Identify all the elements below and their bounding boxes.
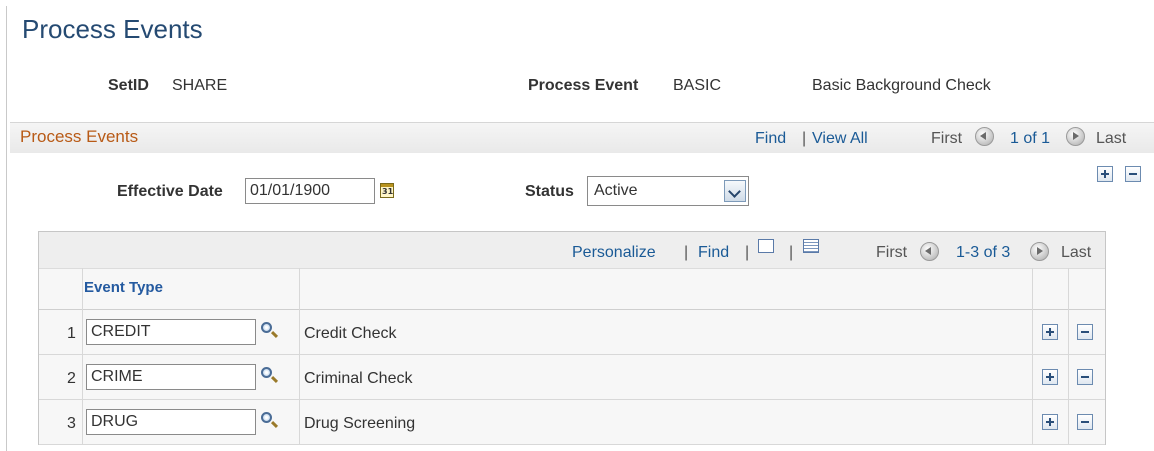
effective-date-input[interactable] xyxy=(245,178,375,204)
grid-divider xyxy=(82,268,83,444)
page-border xyxy=(6,6,7,451)
grid-divider xyxy=(299,268,300,444)
event-type-input[interactable] xyxy=(86,364,256,390)
new-window-icon[interactable] xyxy=(758,239,774,253)
add-row-icon[interactable] xyxy=(1042,369,1058,385)
grid-header-row xyxy=(39,268,1105,310)
section-first-label: First xyxy=(931,130,963,147)
grid-first-label: First xyxy=(876,244,908,261)
page-title: Process Events xyxy=(22,14,203,44)
grid-personalize-link[interactable]: Personalize xyxy=(572,244,656,262)
delete-row-icon[interactable] xyxy=(1077,414,1093,430)
grid-find-link[interactable]: Find xyxy=(698,244,729,262)
grid-nav-next-icon[interactable] xyxy=(1030,242,1049,261)
delete-row-icon[interactable] xyxy=(1077,324,1093,340)
event-type-input[interactable] xyxy=(86,409,256,435)
add-row-icon[interactable] xyxy=(1097,166,1113,182)
grid-nav-prev-icon[interactable] xyxy=(920,242,939,261)
column-header-event-type[interactable]: Event Type xyxy=(84,279,163,296)
magnifier-icon[interactable] xyxy=(261,322,272,333)
grid-separator-3: | xyxy=(789,244,794,261)
spreadsheet-icon[interactable] xyxy=(803,239,819,253)
delete-row-icon[interactable] xyxy=(1125,166,1141,182)
status-select-value: Active xyxy=(594,182,638,199)
grid-range: 1-3 of 3 xyxy=(956,244,1011,261)
calendar-icon[interactable] xyxy=(380,183,394,198)
process-event-label: Process Event xyxy=(528,77,639,94)
row-number: 1 xyxy=(67,325,76,342)
magnifier-icon[interactable] xyxy=(261,367,272,378)
section-view-all-link[interactable]: View All xyxy=(812,130,868,148)
row-number: 3 xyxy=(67,415,76,432)
grid-last-label: Last xyxy=(1061,244,1092,261)
section-separator: | xyxy=(802,130,807,147)
row-number: 2 xyxy=(67,370,76,387)
event-type-input[interactable] xyxy=(86,319,256,345)
add-row-icon[interactable] xyxy=(1042,324,1058,340)
status-label: Status xyxy=(525,183,574,200)
setid-value: SHARE xyxy=(172,77,228,94)
nav-next-icon[interactable] xyxy=(1066,127,1085,146)
process-event-description: Basic Background Check xyxy=(812,77,991,94)
add-row-icon[interactable] xyxy=(1042,414,1058,430)
setid-label: SetID xyxy=(108,77,149,94)
nav-prev-icon[interactable] xyxy=(975,127,994,146)
grid-divider xyxy=(1032,268,1033,444)
event-type-description: Credit Check xyxy=(304,325,397,342)
status-select[interactable]: Active xyxy=(587,176,749,206)
grid-divider xyxy=(1068,268,1069,444)
chevron-down-icon[interactable] xyxy=(724,180,746,202)
event-type-description: Drug Screening xyxy=(304,415,416,432)
section-range: 1 of 1 xyxy=(1010,130,1051,147)
effective-date-label: Effective Date xyxy=(117,183,223,200)
grid-separator-1: | xyxy=(684,244,689,261)
grid-separator-2: | xyxy=(745,244,750,261)
section-find-link[interactable]: Find xyxy=(755,130,786,148)
delete-row-icon[interactable] xyxy=(1077,369,1093,385)
section-last-label: Last xyxy=(1096,130,1127,147)
process-event-value: BASIC xyxy=(673,77,722,94)
event-type-description: Criminal Check xyxy=(304,370,413,387)
section-title: Process Events xyxy=(20,127,139,146)
magnifier-icon[interactable] xyxy=(261,412,272,423)
